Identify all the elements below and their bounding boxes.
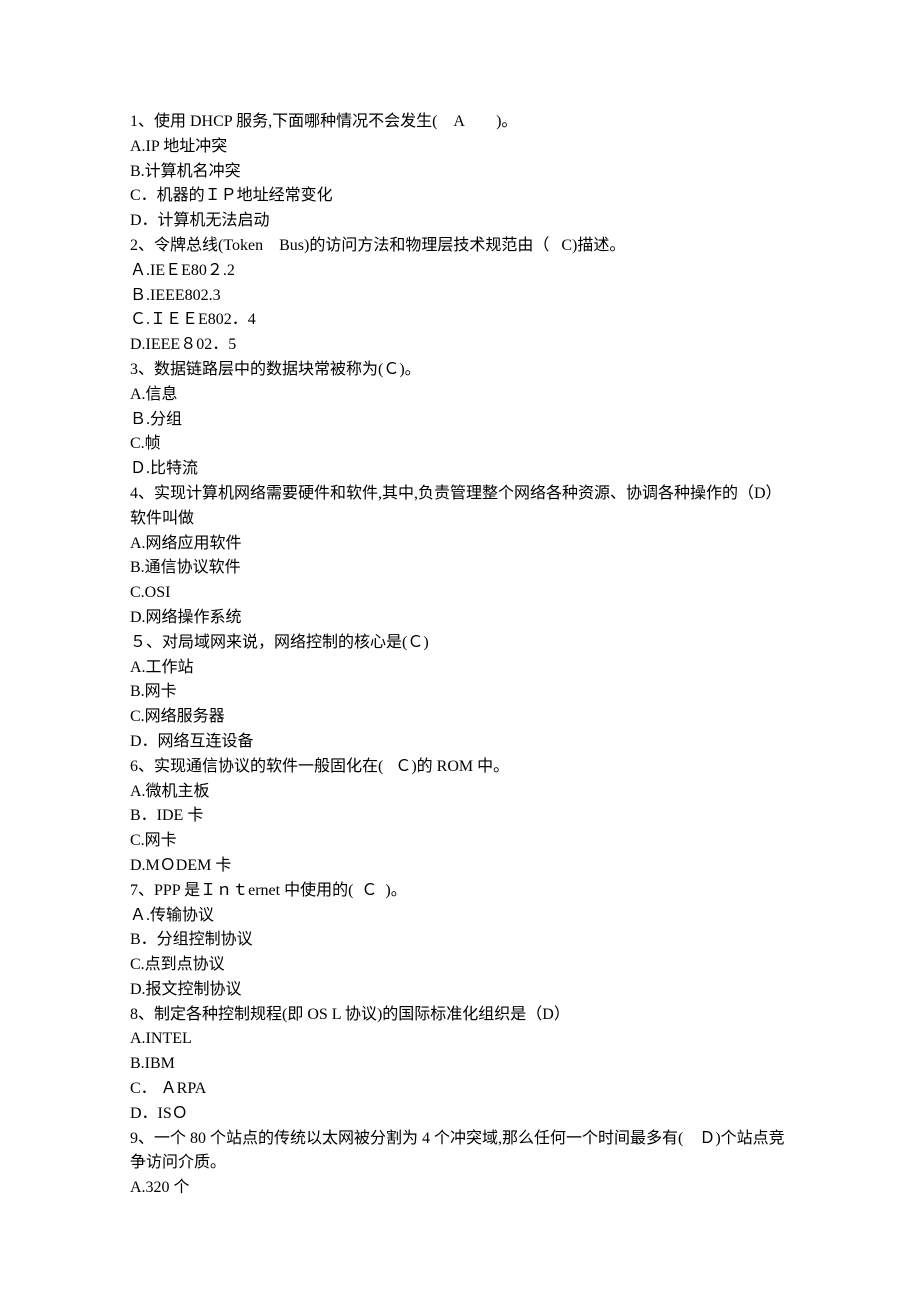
question-2-option-c: Ｃ.ＩＥＥE802．4	[130, 308, 790, 333]
question-1-stem: 1、使用 DHCP 服务,下面哪种情况不会发生( A )。	[130, 110, 790, 135]
question-2-option-a: Ａ.IEＥE80２.2	[130, 259, 790, 284]
question-3-option-b: Ｂ.分组	[130, 408, 790, 433]
question-8-option-c: C． ＡRPA	[130, 1077, 790, 1102]
question-6-option-d: D.MＯDEM 卡	[130, 854, 790, 879]
question-2-option-d: D.IEEE８02．5	[130, 333, 790, 358]
question-4-option-c: C.OSI	[130, 581, 790, 606]
question-7-option-d: D.报文控制协议	[130, 978, 790, 1003]
question-1-option-d: D．计算机无法启动	[130, 209, 790, 234]
question-7-option-a: Ａ.传输协议	[130, 904, 790, 929]
question-2-option-b: Ｂ.IEEE802.3	[130, 284, 790, 309]
question-3-option-a: A.信息	[130, 383, 790, 408]
question-6-option-c: C.网卡	[130, 829, 790, 854]
question-6-stem: 6、实现通信协议的软件一般固化在( Ｃ)的 ROM 中。	[130, 755, 790, 780]
question-7-option-c: C.点到点协议	[130, 953, 790, 978]
question-5-option-b: B.网卡	[130, 680, 790, 705]
question-9-stem: 9、一个 80 个站点的传统以太网被分割为 4 个冲突域,那么任何一个时间最多有…	[130, 1127, 790, 1177]
question-8-option-b: B.IBM	[130, 1052, 790, 1077]
question-3-option-d: Ｄ.比特流	[130, 457, 790, 482]
question-5-option-a: A.工作站	[130, 656, 790, 681]
question-9-option-a: A.320 个	[130, 1176, 790, 1201]
question-4-option-b: B.通信协议软件	[130, 556, 790, 581]
question-8-option-a: A.INTEL	[130, 1027, 790, 1052]
question-5-option-c: C.网络服务器	[130, 705, 790, 730]
question-7-option-b: B．分组控制协议	[130, 928, 790, 953]
question-5-option-d: D．网络互连设备	[130, 730, 790, 755]
question-6-option-b: B．IDE 卡	[130, 804, 790, 829]
question-4-option-a: A.网络应用软件	[130, 532, 790, 557]
question-1-option-b: B.计算机名冲突	[130, 160, 790, 185]
question-1-option-a: A.IP 地址冲突	[130, 135, 790, 160]
question-8-option-d: D．ISＯ	[130, 1102, 790, 1127]
question-1-option-c: C．机器的ＩＰ地址经常变化	[130, 184, 790, 209]
question-7-stem: 7、PPP 是Ｉｎｔernet 中使用的( Ｃ )。	[130, 879, 790, 904]
question-5-stem: ５、对局域网来说，网络控制的核心是(Ｃ)	[130, 631, 790, 656]
question-4-stem: 4、实现计算机网络需要硬件和软件,其中,负责管理整个网络各种资源、协调各种操作的…	[130, 482, 790, 532]
question-3-stem: 3、数据链路层中的数据块常被称为(Ｃ)。	[130, 358, 790, 383]
question-3-option-c: C.帧	[130, 432, 790, 457]
question-6-option-a: A.微机主板	[130, 780, 790, 805]
question-4-option-d: D.网络操作系统	[130, 606, 790, 631]
document-page: 1、使用 DHCP 服务,下面哪种情况不会发生( A )。 A.IP 地址冲突 …	[0, 0, 920, 1302]
question-8-stem: 8、制定各种控制规程(即 OS L 协议)的国际标准化组织是（D）	[130, 1003, 790, 1028]
question-2-stem: 2、令牌总线(Token Bus)的访问方法和物理层技术规范由（ C)描述。	[130, 234, 790, 259]
